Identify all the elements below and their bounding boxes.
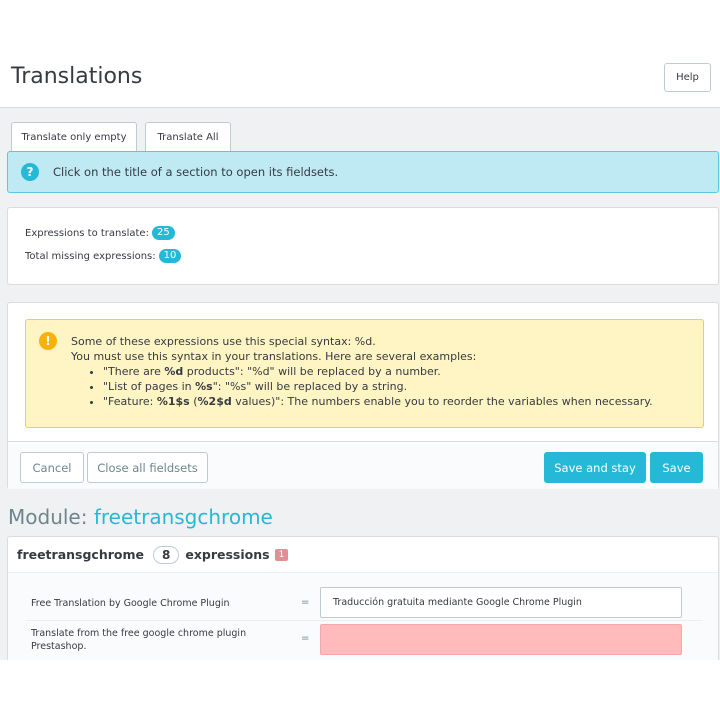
translations-panel: ! Some of these expressions use this spe… <box>7 302 719 489</box>
stats-panel: Expressions to translate: 25 Total missi… <box>7 207 719 285</box>
total-missing-badge: 10 <box>158 249 182 263</box>
expressions-to-translate: Expressions to translate: 25 <box>25 226 175 240</box>
page-header: Translations Help <box>0 0 720 108</box>
equals-sign: = <box>301 597 310 608</box>
module-panel: freetransgchrome 8 expressions 1 Free Tr… <box>7 536 719 666</box>
warning-line-1: Some of these expressions use this speci… <box>71 335 376 348</box>
expressions-count-badge: 8 <box>152 545 180 564</box>
warning-example: "Feature: %1$s (%2$d values)": The numbe… <box>103 394 653 409</box>
module-name: freetransgchrome <box>93 505 273 529</box>
expressions-to-translate-badge: 25 <box>151 226 175 240</box>
total-missing-label: Total missing expressions: <box>25 250 156 262</box>
warning-example: "List of pages in %s": "%s" will be repl… <box>103 379 653 394</box>
translation-row: Translate from the free google chrome pl… <box>25 621 703 661</box>
translate-all-button[interactable]: Translate All <box>145 122 231 151</box>
warning-line-2: You must use this syntax in your transla… <box>71 350 477 363</box>
warning-alert: ! Some of these expressions use this spe… <box>25 319 704 428</box>
page-bottom <box>0 660 720 720</box>
exclamation-circle-icon: ! <box>39 332 57 350</box>
expressions-label: expressions <box>185 547 270 562</box>
warning-example: "There are %d products": "%d" will be re… <box>103 364 653 379</box>
translation-row: Free Translation by Google Chrome Plugin… <box>25 573 703 621</box>
equals-sign: = <box>301 633 310 644</box>
save-and-stay-button[interactable]: Save and stay <box>544 452 646 483</box>
warning-text: Some of these expressions use this speci… <box>71 334 653 409</box>
module-title: Module: freetransgchrome <box>8 505 273 529</box>
warning-examples: "There are %d products": "%d" will be re… <box>103 364 653 409</box>
translate-only-empty-button[interactable]: Translate only empty <box>11 122 137 151</box>
module-section-header[interactable]: freetransgchrome 8 expressions 1 <box>8 537 718 573</box>
module-prefix: Module: <box>8 505 88 529</box>
source-expression: Translate from the free google chrome pl… <box>31 628 247 652</box>
help-button[interactable]: Help <box>664 63 711 92</box>
expressions-to-translate-label: Expressions to translate: <box>25 227 149 239</box>
missing-count-badge: 1 <box>274 548 289 561</box>
cancel-button[interactable]: Cancel <box>20 452 84 483</box>
info-alert: ? Click on the title of a section to ope… <box>7 151 719 193</box>
source-expression: Free Translation by Google Chrome Plugin <box>31 598 230 609</box>
question-circle-icon: ? <box>21 163 39 181</box>
translation-input-missing[interactable] <box>320 624 682 655</box>
close-all-fieldsets-button[interactable]: Close all fieldsets <box>87 452 208 483</box>
translation-input[interactable]: Traducción gratuita mediante Google Chro… <box>320 587 682 618</box>
module-section-body: Free Translation by Google Chrome Plugin… <box>8 573 718 665</box>
info-alert-text: Click on the title of a section to open … <box>53 165 339 179</box>
page-title: Translations <box>11 64 143 89</box>
module-section-name: freetransgchrome <box>17 547 144 562</box>
total-missing-expressions: Total missing expressions: 10 <box>25 249 182 263</box>
save-button[interactable]: Save <box>650 452 703 483</box>
panel-footer: Cancel Close all fieldsets Save and stay… <box>8 441 718 489</box>
